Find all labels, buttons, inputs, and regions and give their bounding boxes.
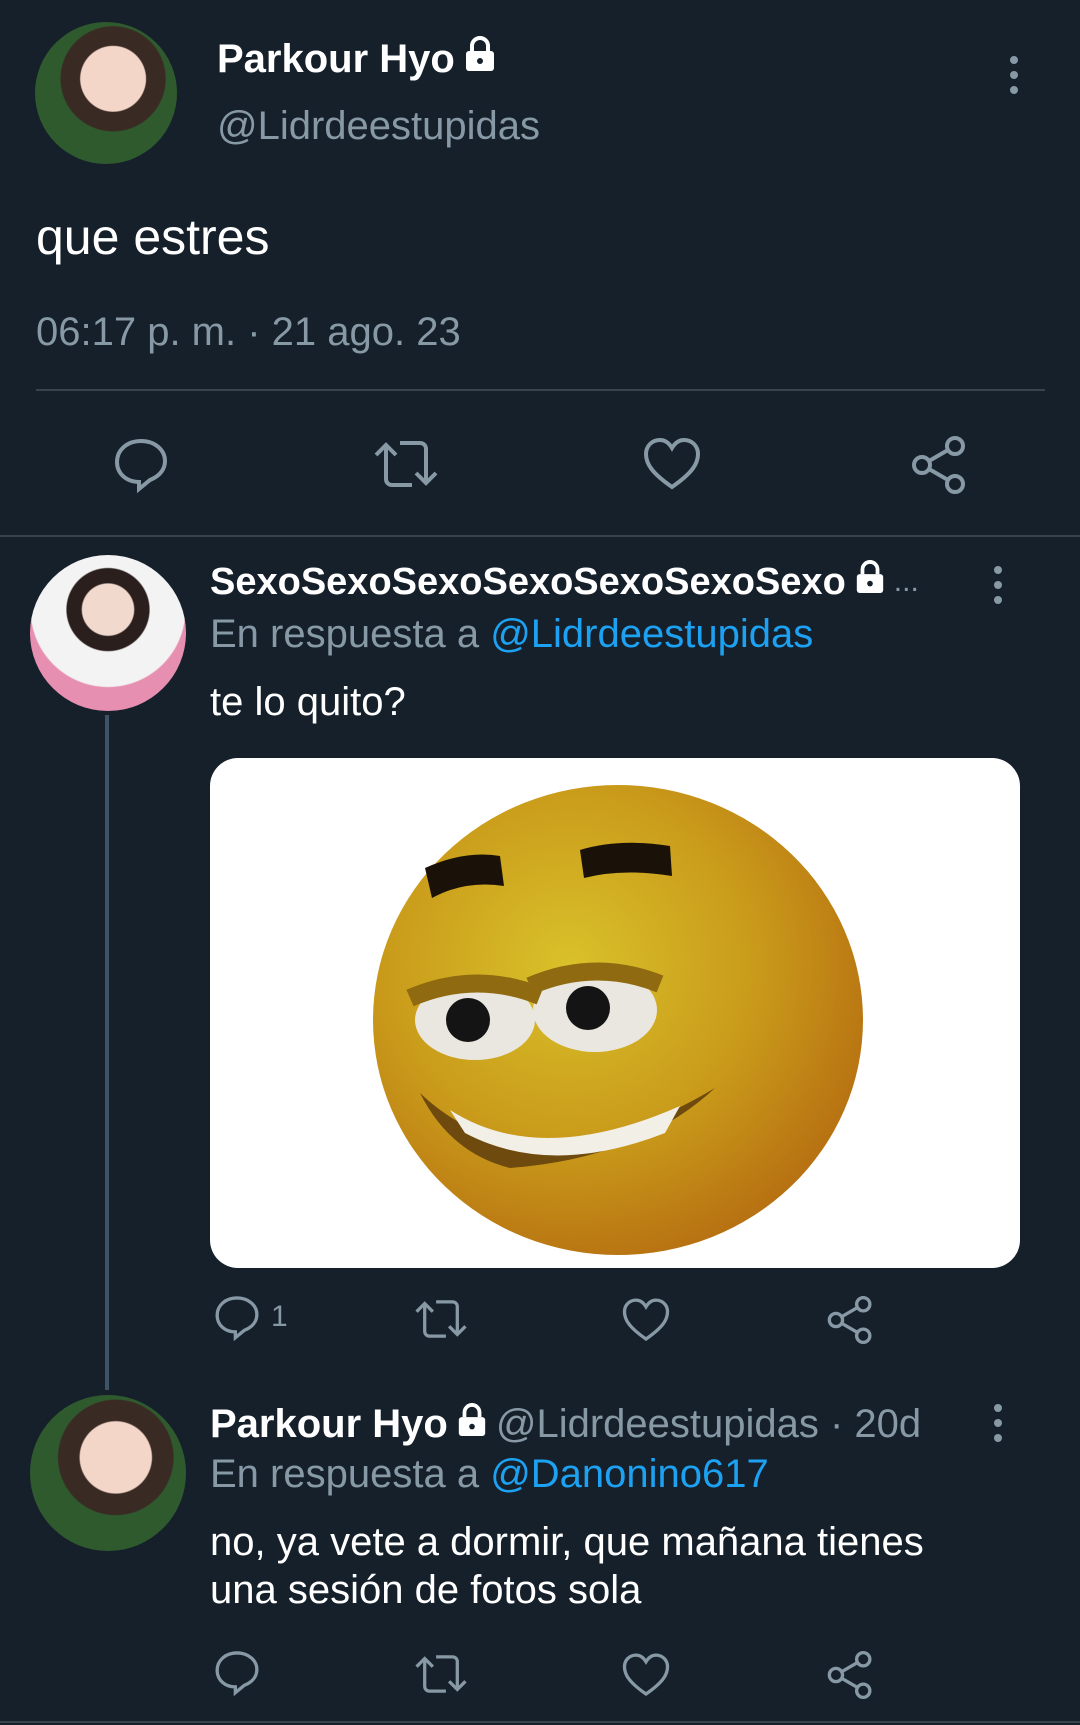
share-button[interactable] — [826, 1650, 874, 1700]
reply-icon — [114, 438, 168, 493]
display-name[interactable]: Parkour Hyo — [210, 1402, 448, 1447]
reply-prefix: En respuesta a — [210, 612, 480, 656]
more-options-icon[interactable] — [994, 1404, 1002, 1442]
reply-text-line-2: una sesión de fotos sola — [210, 1568, 642, 1612]
reply-text: no, ya vete a dormir, que mañana tienes … — [210, 1518, 924, 1614]
main-tweet-header: Parkour Hyo — [217, 36, 497, 82]
avatar-parkour-hyo[interactable] — [35, 22, 177, 164]
smiley-face-image — [373, 785, 863, 1255]
display-name[interactable]: Parkour Hyo — [217, 37, 455, 82]
reply-icon — [215, 1651, 259, 1696]
retweet-button[interactable] — [413, 1297, 469, 1341]
reply-icon — [215, 1296, 259, 1341]
avatar-reply1[interactable] — [30, 555, 186, 711]
truncation-ellipsis: ... — [893, 565, 919, 598]
reply-text: te lo quito? — [210, 680, 406, 724]
handle-and-time: @Lidrdeestupidas · 20d — [495, 1402, 922, 1446]
reply-to-link[interactable]: @Lidrdeestupidas — [490, 612, 813, 656]
reply-context: En respuesta a @Danonino617 — [210, 1452, 769, 1497]
retweet-icon — [415, 1300, 467, 1338]
retweet-icon — [374, 441, 438, 487]
divider — [36, 389, 1045, 391]
reply1-header: SexoSexoSexoSexoSexoSexoSexo ... — [210, 560, 919, 604]
like-button[interactable] — [643, 437, 701, 491]
retweet-button[interactable] — [372, 437, 440, 491]
more-options-icon[interactable] — [994, 566, 1002, 604]
lock-icon — [456, 1402, 488, 1447]
main-handle[interactable]: @Lidrdeestupidas — [217, 104, 540, 149]
like-icon — [643, 437, 701, 490]
reply-button[interactable]: 1 — [213, 1293, 288, 1341]
reply2-header: Parkour Hyo @Lidrdeestupidas · 20d — [210, 1402, 921, 1447]
share-icon — [827, 1651, 872, 1699]
retweet-icon — [415, 1655, 467, 1693]
reply-button[interactable] — [213, 1648, 261, 1696]
share-icon — [912, 436, 965, 494]
thread-line — [105, 715, 109, 1390]
share-icon — [827, 1296, 872, 1344]
reply-prefix: En respuesta a — [210, 1452, 480, 1496]
tweet-timestamp: 06:17 p. m. · 21 ago. 23 — [36, 310, 461, 354]
like-icon — [622, 1298, 670, 1342]
reply-context: En respuesta a @Lidrdeestupidas — [210, 612, 813, 657]
reply-count: 1 — [271, 1300, 288, 1333]
avatar-parkour-hyo[interactable] — [30, 1395, 186, 1551]
more-options-icon[interactable] — [1010, 56, 1018, 94]
retweet-button[interactable] — [413, 1652, 469, 1696]
reply-to-link[interactable]: @Danonino617 — [490, 1452, 769, 1496]
like-icon — [622, 1653, 670, 1697]
lock-icon — [463, 36, 497, 82]
tweet-text: que estres — [36, 209, 270, 265]
attached-image[interactable] — [210, 758, 1020, 1268]
like-button[interactable] — [622, 1297, 670, 1343]
share-button[interactable] — [910, 435, 968, 495]
reply-text-line-1: no, ya vete a dormir, que mañana tienes — [210, 1520, 924, 1564]
share-button[interactable] — [826, 1295, 874, 1345]
like-button[interactable] — [622, 1652, 670, 1698]
display-name[interactable]: SexoSexoSexoSexoSexoSexoSexo — [210, 561, 846, 604]
section-divider — [0, 535, 1080, 537]
reply-button[interactable] — [112, 435, 170, 493]
lock-icon — [854, 560, 886, 604]
bottom-divider — [0, 1721, 1080, 1723]
